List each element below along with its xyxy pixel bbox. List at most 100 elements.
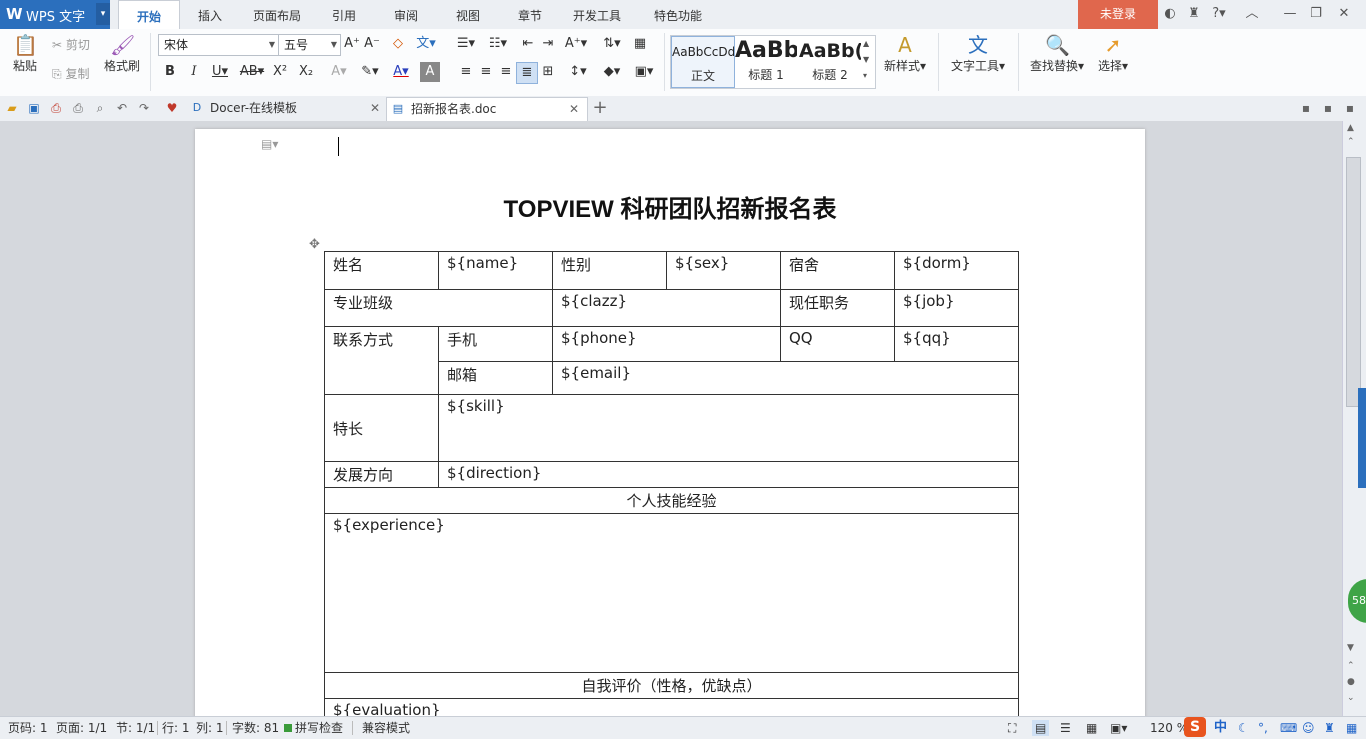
- paste-button[interactable]: 📋 粘贴: [6, 33, 44, 74]
- web-view-icon[interactable]: ▦: [1086, 720, 1097, 736]
- print-icon[interactable]: ⎙: [70, 100, 86, 116]
- scroll-up-icon[interactable]: ▲: [1347, 123, 1354, 133]
- borders-icon[interactable]: ▣▾: [630, 62, 658, 82]
- distribute-icon[interactable]: ⊞: [538, 62, 558, 82]
- minimize-icon[interactable]: —: [1282, 6, 1298, 22]
- email-value[interactable]: ${email}: [552, 361, 1019, 395]
- increase-indent-icon[interactable]: ⇥: [538, 34, 558, 54]
- char-shading-icon[interactable]: A: [420, 62, 440, 82]
- direction-value[interactable]: ${direction}: [438, 461, 1019, 488]
- shading-icon[interactable]: ◆▾: [598, 62, 626, 82]
- read-mode-icon[interactable]: ▪: [1320, 100, 1336, 116]
- spell-check-toggle[interactable]: 拼写检查: [295, 720, 343, 736]
- clear-format-icon[interactable]: ◇: [388, 34, 408, 54]
- table-move-handle-icon[interactable]: ✥: [309, 237, 320, 252]
- user-icon[interactable]: ☺: [1302, 720, 1315, 736]
- clazz-value[interactable]: ${clazz}: [552, 289, 781, 327]
- outline-view-icon[interactable]: ☰: [1060, 720, 1071, 736]
- collapse-icon[interactable]: ▪: [1342, 100, 1358, 116]
- tab-chapter[interactable]: 章节: [504, 0, 556, 29]
- line-spacing-icon[interactable]: ↕▾: [564, 62, 592, 82]
- tab-view[interactable]: 视图: [442, 0, 494, 29]
- export-pdf-icon[interactable]: ⎙: [48, 100, 64, 116]
- underline-icon[interactable]: U▾: [206, 62, 234, 82]
- new-tab-button[interactable]: +: [592, 99, 608, 117]
- tab-docer-templates[interactable]: D Docer-在线模板 ✕: [186, 97, 388, 121]
- evaluation-value[interactable]: ${evaluation}: [324, 698, 1019, 716]
- cut-button[interactable]: ✂ 剪切: [52, 36, 102, 53]
- scroll-top-icon[interactable]: ⌃: [1347, 137, 1355, 147]
- next-page-icon[interactable]: ⌄: [1347, 693, 1355, 703]
- style-heading-1[interactable]: AaBb 标题 1: [735, 36, 797, 86]
- save-icon[interactable]: ▣: [26, 100, 42, 116]
- close-tab-icon[interactable]: ✕: [569, 98, 579, 120]
- redo-icon[interactable]: ↷: [136, 100, 152, 116]
- grow-font-icon[interactable]: A⁺: [342, 34, 362, 54]
- align-right-icon[interactable]: ≡: [496, 62, 516, 82]
- collapse-ribbon-icon[interactable]: ︿: [1244, 6, 1260, 22]
- sogou-ime-icon[interactable]: S: [1184, 717, 1206, 737]
- scroll-down-icon[interactable]: ▼: [1347, 643, 1354, 653]
- phone-value[interactable]: ${phone}: [552, 326, 781, 362]
- bullet-list-icon[interactable]: ☰▾: [452, 34, 480, 54]
- login-button[interactable]: 未登录: [1078, 0, 1158, 29]
- document-page[interactable]: ▤▾ TOPVIEW 科研团队招新报名表 ✥ 姓名 ${name} 性别 ${s…: [195, 129, 1145, 716]
- close-icon[interactable]: ✕: [1336, 6, 1352, 22]
- qq-value[interactable]: ${qq}: [894, 326, 1019, 362]
- tab-recruitment-form[interactable]: ▤ 招新报名表.doc ✕: [386, 97, 588, 122]
- format-painter-button[interactable]: 🖌 格式刷: [102, 33, 142, 74]
- app-menu-button[interactable]: W WPS 文字 ▾: [0, 0, 110, 29]
- job-value[interactable]: ${job}: [894, 289, 1019, 327]
- select-button[interactable]: ➚ 选择▾: [1092, 33, 1134, 74]
- select-browse-icon[interactable]: ●: [1347, 677, 1355, 687]
- keyboard-icon[interactable]: ⌨: [1280, 720, 1297, 736]
- decrease-indent-icon[interactable]: ⇤: [518, 34, 538, 54]
- show-marks-icon[interactable]: ▦: [630, 34, 650, 54]
- shirt-icon[interactable]: ♜: [1186, 6, 1202, 22]
- shirt-icon[interactable]: ♜: [1324, 720, 1335, 736]
- tab-references[interactable]: 引用: [318, 0, 370, 29]
- tab-insert[interactable]: 插入: [182, 0, 238, 29]
- highlight-icon[interactable]: ✎▾: [356, 62, 384, 82]
- subscript-icon[interactable]: X₂: [296, 62, 316, 82]
- bold-icon[interactable]: B: [160, 62, 180, 82]
- undo-icon[interactable]: ↶: [114, 100, 130, 116]
- page-view-icon[interactable]: ▤: [1032, 720, 1050, 736]
- skill-value[interactable]: ${skill}: [438, 394, 1019, 462]
- italic-icon[interactable]: I: [184, 62, 204, 82]
- font-size-select[interactable]: 五号 ▼: [278, 34, 341, 56]
- help-icon[interactable]: ?▾: [1208, 6, 1230, 22]
- text-direction-icon[interactable]: A⁺▾: [562, 34, 590, 54]
- numbered-list-icon[interactable]: ☷▾: [484, 34, 512, 54]
- name-value[interactable]: ${name}: [438, 251, 553, 290]
- scrollbar-thumb[interactable]: [1346, 157, 1361, 407]
- punctuation-icon[interactable]: °,: [1258, 720, 1268, 736]
- prev-page-icon[interactable]: ⌃: [1347, 661, 1355, 671]
- panel-icon[interactable]: ▪: [1298, 100, 1314, 116]
- restore-icon[interactable]: ❐: [1308, 6, 1324, 22]
- copy-button[interactable]: ⎘ 复制: [52, 65, 102, 82]
- grid-icon[interactable]: ▦: [1346, 720, 1357, 736]
- font-color-icon[interactable]: A▾: [388, 62, 414, 82]
- fullscreen-icon[interactable]: ⛶: [1008, 720, 1016, 736]
- paste-options-icon[interactable]: ▤▾: [261, 137, 278, 151]
- dorm-value[interactable]: ${dorm}: [894, 251, 1019, 290]
- font-name-select[interactable]: 宋体 ▼: [158, 34, 279, 56]
- align-center-icon[interactable]: ≡: [476, 62, 496, 82]
- word-count[interactable]: 字数: 81: [232, 720, 279, 736]
- experience-value[interactable]: ${experience}: [324, 513, 1019, 673]
- sex-value[interactable]: ${sex}: [666, 251, 781, 290]
- side-panel-toggle[interactable]: [1358, 388, 1366, 488]
- moon-icon[interactable]: ☾: [1238, 720, 1249, 736]
- skin-icon[interactable]: ◐: [1162, 6, 1178, 22]
- sort-icon[interactable]: ⇅▾: [598, 34, 626, 54]
- tab-page-layout[interactable]: 页面布局: [244, 0, 310, 29]
- quick-access-customize-icon[interactable]: ♥: [164, 100, 180, 116]
- ime-mode-indicator[interactable]: 中: [1214, 720, 1227, 736]
- tab-home[interactable]: 开始: [118, 0, 180, 31]
- close-tab-icon[interactable]: ✕: [370, 97, 380, 119]
- text-effect-icon[interactable]: A▾: [326, 62, 352, 82]
- justify-icon[interactable]: ≣: [516, 62, 538, 84]
- tab-review[interactable]: 审阅: [380, 0, 432, 29]
- text-tools-button[interactable]: 文 文字工具▾: [946, 33, 1010, 74]
